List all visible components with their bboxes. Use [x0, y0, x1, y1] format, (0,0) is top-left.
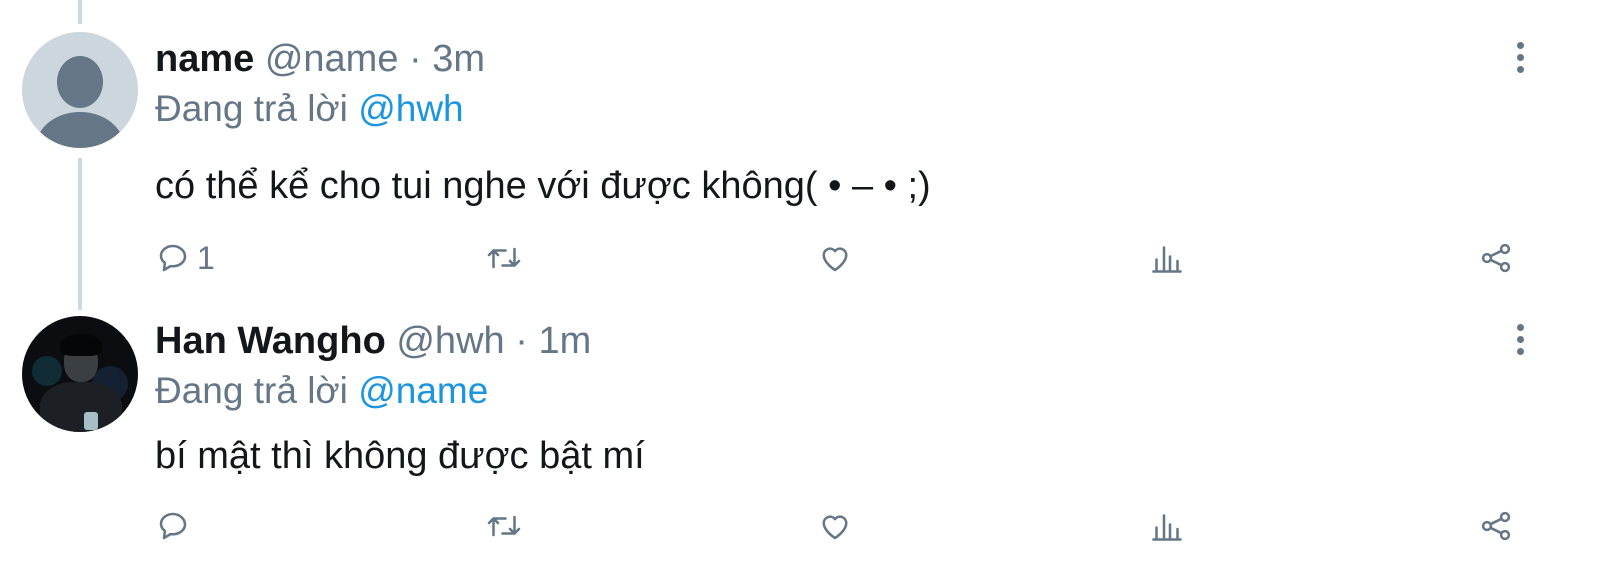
tweet-text: bí mật thì không được bật mí [155, 435, 645, 477]
reply-button[interactable]: 1 [155, 238, 215, 278]
replying-to: Đang trả lời @name [155, 368, 488, 414]
share-button[interactable] [1478, 506, 1514, 546]
replying-to-label: Đang trả lời [155, 370, 348, 411]
analytics-icon [1152, 514, 1182, 541]
mention-link[interactable]: @hwh [358, 88, 463, 129]
timestamp[interactable]: 1m [538, 320, 591, 362]
tweet-header: name @name · 3m [155, 36, 485, 82]
default-avatar-icon [57, 56, 103, 108]
tweet-header: Han Wangho @hwh · 1m [155, 318, 591, 364]
comment-icon [159, 512, 187, 540]
more-options-button[interactable] [1508, 38, 1534, 78]
analytics-button[interactable] [1149, 506, 1185, 546]
heart-icon [822, 247, 848, 272]
like-button[interactable] [817, 506, 853, 546]
avatar[interactable] [22, 32, 138, 148]
reply-count: 1 [197, 240, 215, 276]
display-name[interactable]: name [155, 38, 254, 80]
tweet[interactable]: Han Wangho @hwh · 1m Đang trả lời @name … [0, 300, 1600, 570]
tweet-actions: 1 [0, 238, 1600, 278]
share-icon [1481, 511, 1511, 541]
replying-to: Đang trả lời @hwh [155, 86, 464, 132]
share-icon [1481, 243, 1511, 273]
heart-icon [822, 515, 848, 540]
analytics-button[interactable] [1149, 238, 1185, 278]
replying-to-label: Đang trả lời [155, 88, 348, 129]
retweet-icon [487, 515, 521, 537]
more-options-button[interactable] [1508, 320, 1534, 360]
share-button[interactable] [1478, 238, 1514, 278]
timestamp[interactable]: 3m [432, 38, 485, 80]
mention-link[interactable]: @name [358, 370, 488, 411]
tweet-text: có thể kể cho tui nghe với được không( •… [155, 165, 931, 207]
retweet-icon [487, 247, 521, 269]
user-handle[interactable]: @hwh [396, 320, 504, 362]
like-button[interactable] [817, 238, 853, 278]
avatar[interactable] [22, 316, 138, 432]
reply-button[interactable] [155, 506, 197, 546]
analytics-icon [1152, 246, 1182, 273]
retweet-button[interactable] [484, 506, 524, 546]
retweet-button[interactable] [484, 238, 524, 278]
display-name[interactable]: Han Wangho [155, 320, 386, 362]
tweet[interactable]: name @name · 3m Đang trả lời @hwh có thể… [0, 0, 1600, 300]
separator: · [515, 320, 528, 362]
comment-icon [159, 244, 187, 272]
reply-thread: name @name · 3m Đang trả lời @hwh có thể… [0, 0, 1600, 570]
user-handle[interactable]: @name [265, 38, 399, 80]
tweet-actions [0, 506, 1600, 546]
separator: · [409, 38, 422, 80]
